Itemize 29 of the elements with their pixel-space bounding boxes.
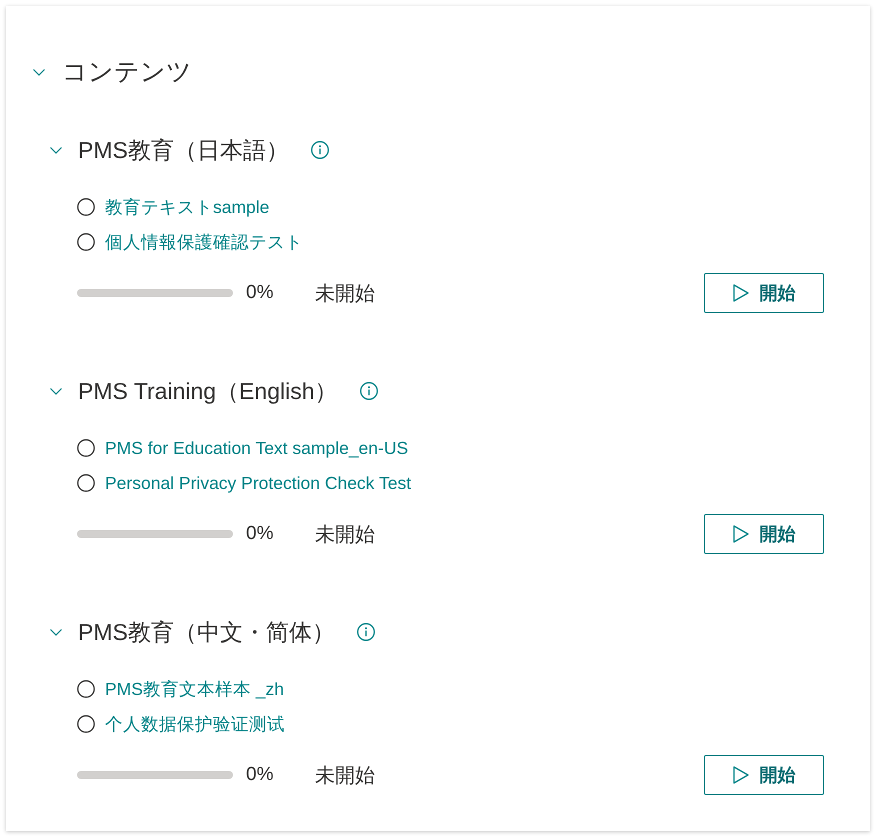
start-button[interactable]: 開始 (704, 755, 824, 795)
lesson-link[interactable]: PMS教育文本样本 _zh (105, 677, 284, 701)
status-text: 未開始 (315, 522, 375, 548)
lesson-link[interactable]: PMS for Education Text sample_en-US (105, 436, 408, 460)
progress-percent: 0% (246, 282, 274, 304)
status-text: 未開始 (315, 282, 375, 306)
course-title: PMS Training（English） (78, 377, 338, 406)
course-title: PMS教育（日本語） (78, 136, 289, 165)
play-icon (732, 766, 748, 784)
progress-percent: 0% (246, 764, 274, 786)
chevron-icon[interactable] (50, 146, 62, 154)
chevron-icon[interactable] (50, 628, 62, 636)
course-title: PMS教育（中文・简体） (78, 618, 335, 647)
start-button[interactable]: 開始 (704, 514, 824, 554)
info-icon[interactable] (310, 141, 329, 159)
chevron-icon[interactable] (33, 68, 45, 76)
play-icon (732, 525, 748, 543)
info-icon[interactable] (356, 623, 375, 641)
start-button[interactable]: 開始 (704, 273, 824, 313)
info-icon[interactable] (360, 382, 378, 400)
lesson-link[interactable]: 個人情報保護確認テスト (105, 230, 303, 254)
status-text: 未開始 (315, 764, 375, 788)
play-icon (732, 284, 748, 302)
progress-percent: 0% (246, 523, 274, 545)
chevron-icon[interactable] (50, 388, 62, 394)
lesson-link[interactable]: 教育テキストsample (105, 195, 270, 219)
lesson-link[interactable]: Personal Privacy Protection Check Test (105, 471, 412, 495)
lesson-link[interactable]: 个人数据保护验证测试 (105, 712, 285, 736)
section-title: コンテンツ (62, 57, 192, 88)
